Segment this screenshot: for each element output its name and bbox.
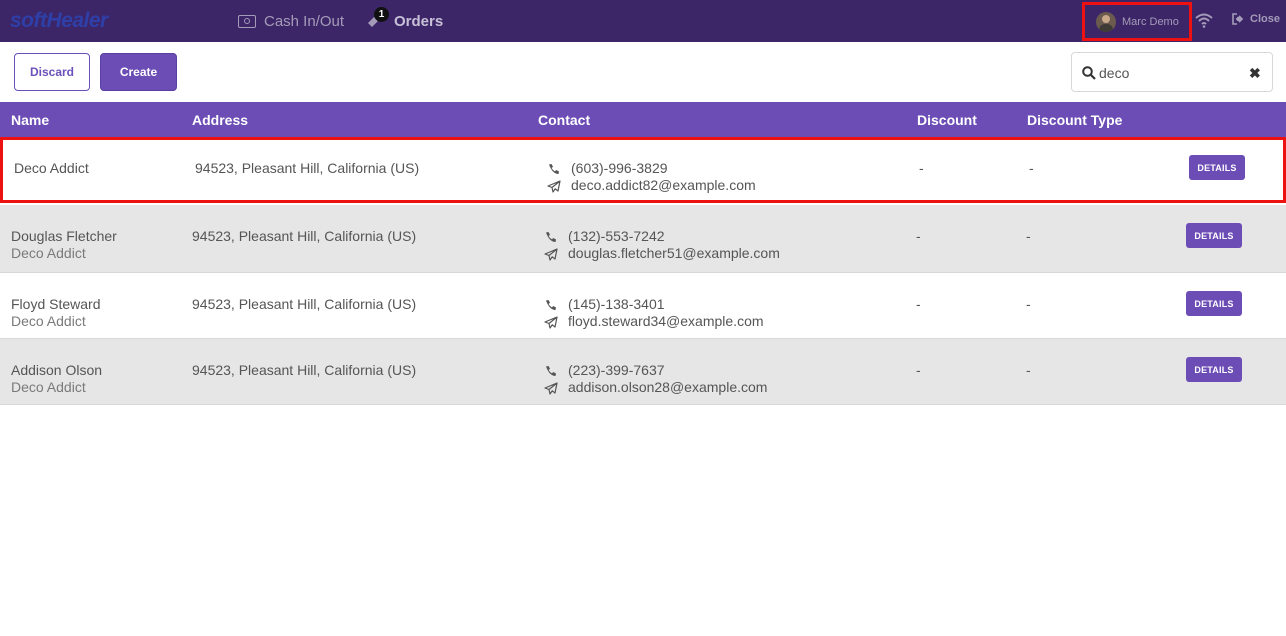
wifi-icon [1195,13,1213,28]
close-session-button[interactable]: Close [1232,13,1280,25]
customer-name: Addison Olson [11,362,103,378]
cashier-selector[interactable]: Marc Demo [1082,2,1192,41]
customer-address: 94523, Pleasant Hill, California (US) [195,160,420,176]
create-button[interactable]: Create [100,53,177,91]
phone-icon [549,164,559,174]
customer-email: floyd.steward34@example.com [568,313,764,329]
customer-company: Deco Addict [11,245,86,261]
customer-address: 94523, Pleasant Hill, California (US) [192,228,417,244]
customer-phone: (223)-399-7637 [568,362,665,378]
customer-email: deco.addict82@example.com [571,177,756,193]
customer-company: Deco Addict [11,379,86,395]
customer-email: douglas.fletcher51@example.com [568,245,780,261]
table-row[interactable]: Addison Olson Deco Addict 94523, Pleasan… [0,339,1286,405]
phone-icon [546,366,556,376]
table-row[interactable]: Deco Addict 94523, Pleasant Hill, Califo… [0,137,1286,203]
cash-in-out-label: Cash In/Out [264,12,345,30]
customer-address: 94523, Pleasant Hill, California (US) [192,296,417,312]
column-header-discount: Discount [917,112,977,128]
table-row[interactable]: Douglas Fletcher Deco Addict 94523, Plea… [0,205,1286,273]
brand-logo: softHealer [10,9,108,32]
search-icon [1082,66,1096,80]
avatar [1096,11,1116,32]
phone-icon [546,232,556,242]
money-icon [238,14,256,28]
paper-plane-icon [544,316,558,329]
customer-phone: (145)-138-3401 [568,296,665,312]
discard-button[interactable]: Discard [14,53,90,91]
customer-address: 94523, Pleasant Hill, California (US) [192,362,417,378]
details-button[interactable]: DETAILS [1189,155,1245,180]
column-header-name: Name [11,112,50,128]
column-header-discount-type: Discount Type [1027,112,1123,128]
close-label: Close [1250,13,1280,25]
customer-company: Deco Addict [11,313,86,329]
paper-plane-icon [544,382,558,395]
table-row[interactable]: Floyd Steward Deco Addict 94523, Pleasan… [0,273,1286,339]
customer-discount-type: - [1026,362,1031,378]
customer-discount-type: - [1029,160,1034,176]
cash-in-out-button[interactable]: Cash In/Out [238,11,344,31]
customer-discount-type: - [1026,296,1031,312]
paper-plane-icon [547,180,561,193]
orders-count-badge: 1 [374,7,389,22]
orders-label: Orders [394,12,444,30]
customer-table-header: Name Address Contact Discount Discount T… [0,102,1286,137]
cashier-name: Marc Demo [1122,15,1179,28]
customer-phone: (132)-553-7242 [568,228,665,244]
column-header-contact: Contact [538,112,591,128]
sign-out-icon [1232,13,1244,25]
phone-icon [546,300,556,310]
customer-email: addison.olson28@example.com [568,379,768,395]
top-navbar: softHealer Cash In/Out Orders 1 Marc Dem… [0,0,1286,42]
customer-phone: (603)-996-3829 [571,160,668,176]
customer-discount: - [916,228,921,244]
details-button[interactable]: DETAILS [1186,291,1242,316]
details-button[interactable]: DETAILS [1186,357,1242,382]
search-box: ✖ [1071,52,1273,92]
customer-discount: - [919,160,924,176]
clear-search-icon[interactable]: ✖ [1249,65,1261,82]
customer-name: Douglas Fletcher [11,228,117,244]
customer-discount: - [916,296,921,312]
search-input[interactable] [1099,63,1239,83]
column-header-address: Address [192,112,249,128]
customer-discount: - [916,362,921,378]
customer-discount-type: - [1026,228,1031,244]
customer-name: Floyd Steward [11,296,101,312]
customer-name: Deco Addict [14,160,89,176]
paper-plane-icon [544,248,558,261]
details-button[interactable]: DETAILS [1186,223,1242,248]
